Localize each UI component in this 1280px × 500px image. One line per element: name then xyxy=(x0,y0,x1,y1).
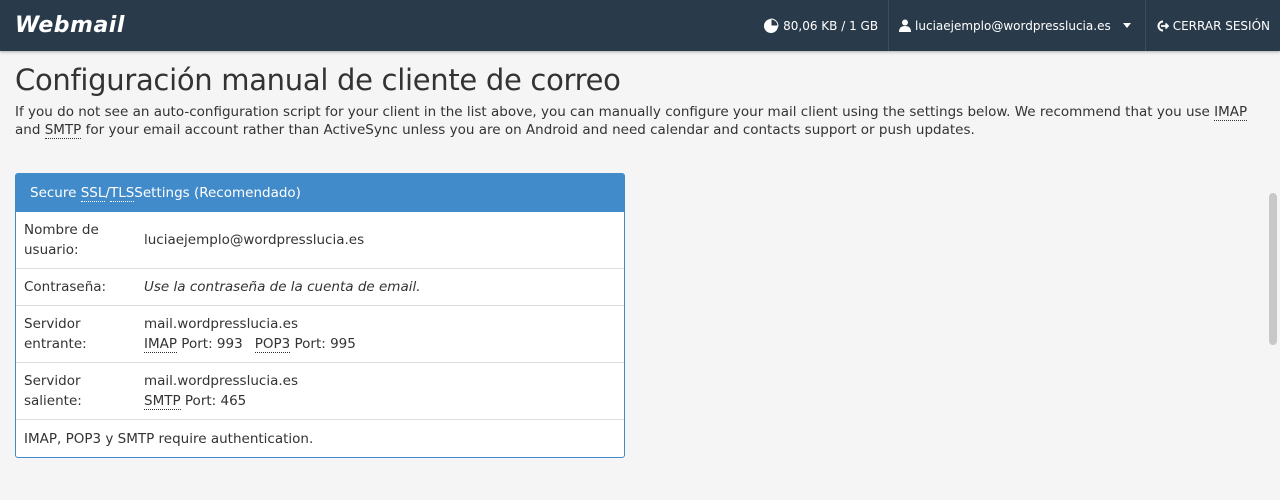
intro-text-2: for your email account rather than Activ… xyxy=(81,122,975,138)
imap-abbr: IMAP xyxy=(1214,104,1248,121)
logout-button[interactable]: CERRAR SESIÓN xyxy=(1144,0,1280,51)
logout-icon xyxy=(1157,20,1169,31)
webmail-logo[interactable]: Webmail xyxy=(15,13,125,38)
ssl-abbr: SSL xyxy=(80,184,106,202)
tls-abbr: TLS xyxy=(109,184,135,202)
outgoing-host: mail.wordpresslucia.es xyxy=(144,373,298,389)
incoming-server-label: Servidor entrante: xyxy=(16,305,136,363)
settings-table: Nombre de usuario: luciaejemplo@wordpres… xyxy=(16,212,624,457)
user-menu[interactable]: luciaejemplo@wordpresslucia.es xyxy=(888,0,1145,51)
table-row: Contraseña: Use la contraseña de la cuen… xyxy=(16,268,624,306)
user-icon xyxy=(899,19,912,32)
top-right-menu: 80,06 KB / 1 GB luciaejemplo@wordpresslu… xyxy=(753,0,1280,51)
outgoing-server-label: Servidor saliente: xyxy=(16,362,136,420)
intro-and: and xyxy=(15,122,45,138)
table-row: Nombre de usuario: luciaejemplo@wordpres… xyxy=(16,212,624,269)
scrollbar-thumb[interactable] xyxy=(1269,193,1277,345)
pop3-port: Port: 995 xyxy=(290,336,356,352)
pop3-abbr: POP3 xyxy=(254,336,291,353)
smtp-abbr: SMTP xyxy=(44,122,82,139)
logout-label: CERRAR SESIÓN xyxy=(1172,18,1270,33)
table-row: Servidor saliente: mail.wordpresslucia.e… xyxy=(16,362,624,420)
user-email: luciaejemplo@wordpresslucia.es xyxy=(915,18,1111,33)
chevron-down-icon xyxy=(1122,23,1131,28)
table-row: Servidor entrante: mail.wordpresslucia.e… xyxy=(16,305,624,363)
top-navbar: Webmail 80,06 KB / 1 GB luciaejemplo@wor… xyxy=(0,0,1280,51)
username-value: luciaejemplo@wordpresslucia.es xyxy=(144,232,365,248)
heading-suffix: Settings (Recomendado) xyxy=(134,185,301,201)
panel-heading: Secure SSL / TLS Settings (Recomendado) xyxy=(16,174,624,212)
intro-paragraph: If you do not see an auto-configuration … xyxy=(15,103,1265,139)
table-row: IMAP, POP3 y SMTP require authentication… xyxy=(16,419,624,457)
username-label: Nombre de usuario: xyxy=(24,222,99,258)
outgoing-server-value: mail.wordpresslucia.es SMTP Port: 465 xyxy=(136,362,624,420)
smtp-abbr: SMTP xyxy=(144,393,181,410)
pie-chart-icon xyxy=(764,17,779,33)
heading-prefix: Secure xyxy=(30,185,77,201)
outgoing-ports: SMTP Port: 465 xyxy=(144,391,616,411)
imap-abbr: IMAP xyxy=(144,336,178,353)
disk-usage-text: 80,06 KB / 1 GB xyxy=(783,18,879,33)
disk-usage-indicator[interactable]: 80,06 KB / 1 GB xyxy=(753,0,888,51)
main-content: Configuración manual de cliente de corre… xyxy=(15,55,1265,139)
smtp-port: Port: 465 xyxy=(180,393,247,409)
incoming-ports: IMAP Port: 993 POP3 Port: 995 xyxy=(144,334,616,354)
auth-note: IMAP, POP3 y SMTP require authentication… xyxy=(16,419,624,457)
page-title: Configuración manual de cliente de corre… xyxy=(15,63,621,97)
incoming-host: mail.wordpresslucia.es xyxy=(144,316,298,332)
incoming-server-value: mail.wordpresslucia.es IMAP Port: 993 POP… xyxy=(136,305,624,363)
password-value: Use la contraseña de la cuenta de email. xyxy=(136,268,624,306)
password-label: Contraseña: xyxy=(16,268,136,306)
imap-port: Port: 993 xyxy=(177,336,243,352)
intro-text-1: If you do not see an auto-configuration … xyxy=(15,104,1215,120)
ssl-settings-panel: Secure SSL / TLS Settings (Recomendado) No… xyxy=(15,173,625,458)
